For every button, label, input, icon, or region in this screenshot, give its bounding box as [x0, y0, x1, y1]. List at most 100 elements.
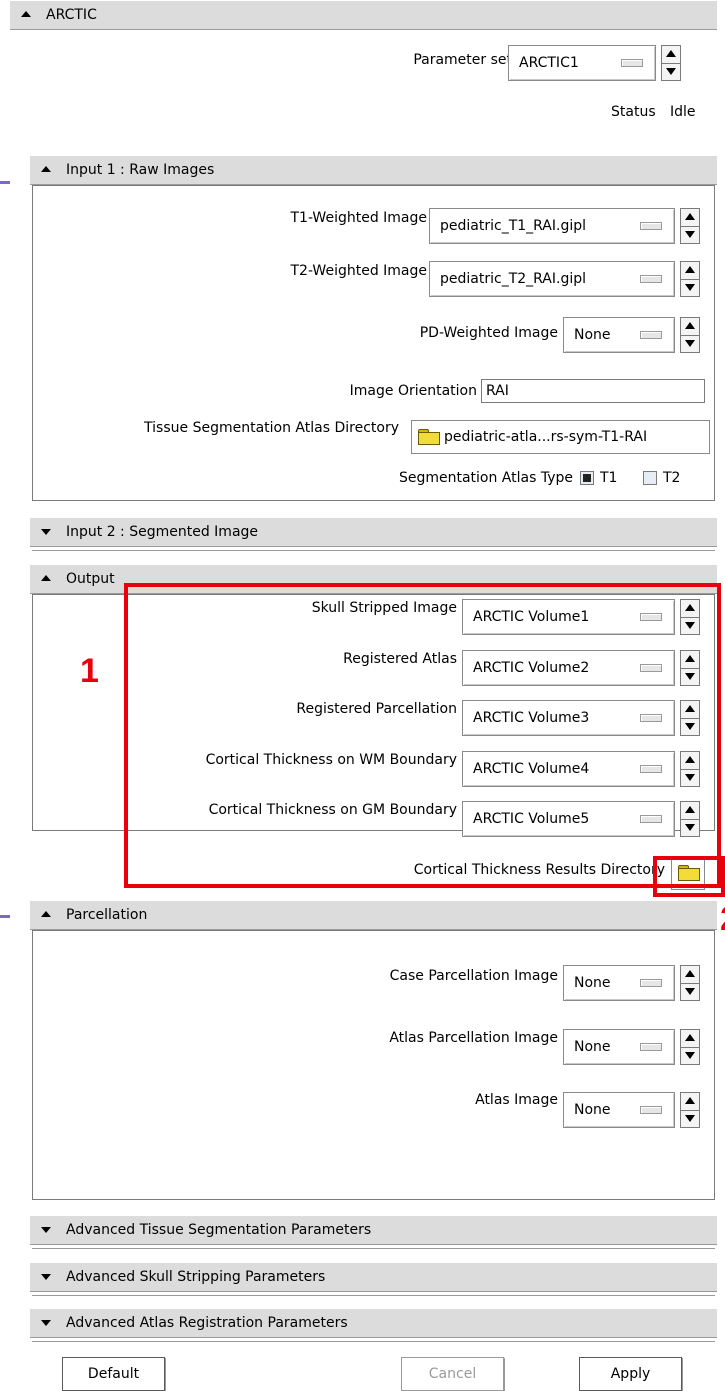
parcellation-row-1-label: Case Parcellation Image [389, 968, 558, 984]
pd-spinner[interactable] [680, 317, 700, 353]
input1-title: Input 1 : Raw Images [66, 162, 215, 178]
t1-option-label: T1 [600, 470, 618, 486]
annotation-box-2 [653, 856, 725, 897]
t2-menu[interactable]: pediatric_T2_RAI.gipl [429, 261, 675, 297]
t2-option-label: T2 [663, 470, 681, 486]
advanced-registration-separator [32, 1341, 715, 1342]
parcellation-row-1-spinner[interactable] [680, 965, 700, 1001]
checkbox-checked-icon [580, 471, 594, 485]
parameter-set-menu[interactable]: ARCTIC1 [508, 45, 656, 81]
spin-up-icon[interactable] [681, 1093, 699, 1111]
menu-indicator-icon [640, 1106, 662, 1114]
spin-up-icon[interactable] [681, 209, 699, 227]
advanced-tissue-header[interactable]: Advanced Tissue Segmentation Parameters [30, 1215, 717, 1245]
spin-up-icon[interactable] [681, 262, 699, 280]
spin-up-icon[interactable] [681, 966, 699, 984]
spin-down-icon[interactable] [681, 1047, 699, 1064]
parcellation-row-3-menu[interactable]: None [563, 1092, 675, 1128]
orientation-label: Image Orientation [349, 383, 477, 399]
spin-down-icon[interactable] [681, 226, 699, 243]
expand-arrow-icon [40, 1271, 52, 1283]
advanced-skull-title: Advanced Skull Stripping Parameters [66, 1269, 326, 1285]
annotation-marker-1: 1 [80, 652, 99, 690]
t1-label: T1-Weighted Image [290, 210, 427, 226]
spin-up-icon[interactable] [681, 1030, 699, 1048]
t1-value: pediatric_T1_RAI.gipl [440, 218, 587, 234]
input1-header[interactable]: Input 1 : Raw Images [30, 155, 717, 185]
advanced-registration-header[interactable]: Advanced Atlas Registration Parameters [30, 1308, 717, 1338]
input2-header[interactable]: Input 2 : Segmented Image [30, 517, 717, 547]
parcellation-header[interactable]: Parcellation [30, 900, 717, 930]
default-button[interactable]: Default [62, 1357, 165, 1391]
parcellation-row-1-menu[interactable]: None [563, 965, 675, 1001]
orientation-input[interactable]: RAI [481, 379, 705, 403]
parcellation-row-2-spinner[interactable] [680, 1029, 700, 1065]
expand-arrow-icon [40, 1224, 52, 1236]
expand-arrow-icon [40, 1317, 52, 1329]
atlas-dir-label: Tissue Segmentation Atlas Directory [144, 420, 399, 436]
annotation-marker-2: 2 [720, 900, 725, 939]
collapse-arrow-icon [40, 909, 52, 921]
atlas-dir-button[interactable]: pediatric-atla...rs-sym-T1-RAI [411, 420, 710, 454]
collapse-arrow-icon [20, 9, 32, 21]
status-value: Idle [670, 104, 696, 120]
t2-spinner[interactable] [680, 261, 700, 297]
spin-down-icon[interactable] [681, 1110, 699, 1127]
expand-arrow-icon [40, 526, 52, 538]
parcellation-row-3-value: None [574, 1102, 611, 1118]
spin-up-icon[interactable] [662, 46, 680, 64]
spin-up-icon[interactable] [681, 318, 699, 336]
pd-label: PD-Weighted Image [419, 325, 558, 341]
t2-value: pediatric_T2_RAI.gipl [440, 271, 587, 287]
parcellation-row-3-label: Atlas Image [475, 1092, 558, 1108]
menu-indicator-icon [640, 1043, 662, 1051]
menu-indicator-icon [640, 331, 662, 339]
t2-label: T2-Weighted Image [290, 263, 427, 279]
spin-down-icon[interactable] [681, 335, 699, 352]
parcellation-title: Parcellation [66, 907, 148, 923]
atlas-type-t2-checkbox[interactable]: T2 [643, 470, 680, 486]
parcellation-row-1-value: None [574, 975, 611, 991]
parcellation-row-2-menu[interactable]: None [563, 1029, 675, 1065]
cancel-button[interactable]: Cancel [401, 1357, 504, 1391]
advanced-tissue-separator [32, 1248, 715, 1249]
spin-down-icon[interactable] [681, 983, 699, 1000]
slide-mark-bottom [0, 915, 10, 918]
status-label: Status [611, 104, 656, 120]
parcellation-row-3-spinner[interactable] [680, 1092, 700, 1128]
t1-menu[interactable]: pediatric_T1_RAI.gipl [429, 208, 675, 244]
advanced-skull-header[interactable]: Advanced Skull Stripping Parameters [30, 1262, 717, 1292]
advanced-skull-separator [32, 1295, 715, 1296]
input2-title: Input 2 : Segmented Image [66, 524, 259, 540]
atlas-dir-value: pediatric-atla...rs-sym-T1-RAI [444, 429, 648, 445]
checkbox-unchecked-icon [643, 471, 657, 485]
atlas-type-label: Segmentation Atlas Type [398, 470, 573, 486]
spin-down-icon[interactable] [681, 279, 699, 296]
t1-spinner[interactable] [680, 208, 700, 244]
collapse-arrow-icon [40, 573, 52, 585]
advanced-registration-title: Advanced Atlas Registration Parameters [66, 1315, 348, 1331]
menu-indicator-icon [621, 59, 643, 67]
annotation-box-1 [124, 583, 721, 888]
pd-menu[interactable]: None [563, 317, 675, 353]
apply-button[interactable]: Apply [579, 1357, 682, 1391]
collapse-arrow-icon [40, 164, 52, 176]
arctic-title: ARCTIC [46, 7, 97, 23]
menu-indicator-icon [640, 275, 662, 283]
pd-value: None [574, 327, 611, 343]
parameter-set-spinner[interactable] [661, 45, 681, 81]
parameter-set-label: Parameter set [413, 52, 512, 68]
atlas-type-t1-checkbox[interactable]: T1 [580, 470, 617, 486]
folder-icon [418, 429, 440, 445]
slide-mark-top [0, 181, 10, 184]
parcellation-row-2-value: None [574, 1039, 611, 1055]
parcellation-row-2-label: Atlas Parcellation Image [389, 1030, 558, 1046]
spin-down-icon[interactable] [662, 63, 680, 80]
menu-indicator-icon [640, 979, 662, 987]
output-title: Output [66, 571, 115, 587]
input2-separator [32, 550, 715, 551]
parameter-set-value: ARCTIC1 [519, 55, 579, 71]
advanced-tissue-title: Advanced Tissue Segmentation Parameters [66, 1222, 372, 1238]
arctic-header[interactable]: ARCTIC [10, 0, 717, 30]
menu-indicator-icon [640, 222, 662, 230]
